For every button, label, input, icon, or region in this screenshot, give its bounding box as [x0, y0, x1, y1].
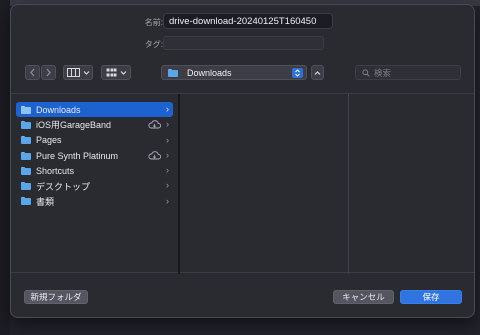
folder-icon — [21, 182, 31, 191]
sidebar-item-label: iOS用GarageBand — [36, 120, 112, 131]
chevron-right-icon: › — [166, 119, 169, 130]
folder-icon — [21, 105, 31, 114]
sidebar-item-label: Shortcuts — [36, 165, 75, 176]
sidebar-item-label: Downloads — [36, 104, 81, 115]
sidebar-item-pure-synth[interactable]: Pure Synth Platinum › — [16, 148, 173, 163]
search-icon — [362, 68, 370, 77]
sidebar-item-label: デスクトップ — [36, 181, 91, 192]
sidebar-item-label: Pages — [36, 135, 62, 146]
tags-field[interactable] — [163, 36, 324, 50]
tags-label: タグ: — [144, 40, 163, 49]
save-dialog: 名前: drive-download-20240125T160450 タグ: D… — [10, 4, 475, 318]
stepper-icon — [292, 68, 303, 78]
search-input[interactable]: 検索 — [355, 65, 461, 80]
folder-icon — [21, 197, 31, 206]
chevron-right-icon: › — [166, 165, 169, 176]
sidebar-item-documents[interactable]: 書類 › — [16, 194, 173, 209]
chevron-down-icon — [120, 70, 126, 75]
grid-view-icon — [106, 68, 116, 76]
icloud-download-icon — [148, 120, 161, 129]
back-button[interactable] — [25, 65, 40, 80]
chevron-up-icon — [314, 70, 321, 75]
folder-icon — [21, 120, 31, 129]
filename-field[interactable]: drive-download-20240125T160450 — [163, 13, 333, 29]
column-divider[interactable] — [178, 94, 180, 274]
background-window-edge — [0, 0, 10, 335]
forward-button[interactable] — [41, 65, 56, 80]
sidebar-item-label: 書類 — [36, 196, 55, 207]
chevron-right-icon: › — [166, 180, 169, 191]
columns-view-icon — [66, 68, 80, 77]
chevron-right-icon: › — [166, 134, 169, 145]
folder-icon — [168, 68, 178, 77]
folder-icon — [21, 151, 31, 160]
location-popup[interactable]: Downloads — [161, 65, 307, 80]
chevron-right-icon: › — [166, 149, 169, 160]
sidebar-item-shortcuts[interactable]: Shortcuts › — [16, 163, 173, 178]
sidebar-list: Downloads › iOS用GarageBand › Pages › Pur… — [16, 102, 173, 209]
chevron-right-icon: › — [166, 195, 169, 206]
sidebar-item-label: Pure Synth Platinum — [36, 150, 119, 161]
sidebar-item-downloads[interactable]: Downloads › — [16, 102, 173, 118]
save-button[interactable]: 保存 — [400, 290, 462, 304]
icloud-download-icon — [148, 151, 161, 160]
sidebar-item-pages[interactable]: Pages › — [16, 133, 173, 148]
sidebar-item-desktop[interactable]: デスクトップ › — [16, 178, 173, 193]
folder-icon — [21, 136, 31, 145]
collapse-button[interactable] — [311, 65, 324, 80]
sidebar-item-garageband[interactable]: iOS用GarageBand › — [16, 117, 173, 132]
chevron-left-icon — [30, 68, 35, 77]
view-mode-button[interactable] — [63, 65, 93, 80]
chevron-right-icon: › — [166, 104, 169, 114]
name-label: 名前: — [144, 18, 163, 27]
folder-icon — [21, 166, 31, 175]
cancel-button[interactable]: キャンセル — [333, 290, 394, 304]
column-divider[interactable] — [348, 94, 349, 274]
group-button[interactable] — [101, 65, 131, 80]
location-label: Downloads — [187, 67, 232, 78]
chevron-down-icon — [83, 70, 89, 75]
search-placeholder: 検索 — [374, 67, 392, 78]
file-browser: Downloads › iOS用GarageBand › Pages › Pur… — [11, 93, 474, 274]
new-folder-button[interactable]: 新規フォルダ — [24, 290, 88, 304]
chevron-right-icon — [46, 68, 51, 77]
